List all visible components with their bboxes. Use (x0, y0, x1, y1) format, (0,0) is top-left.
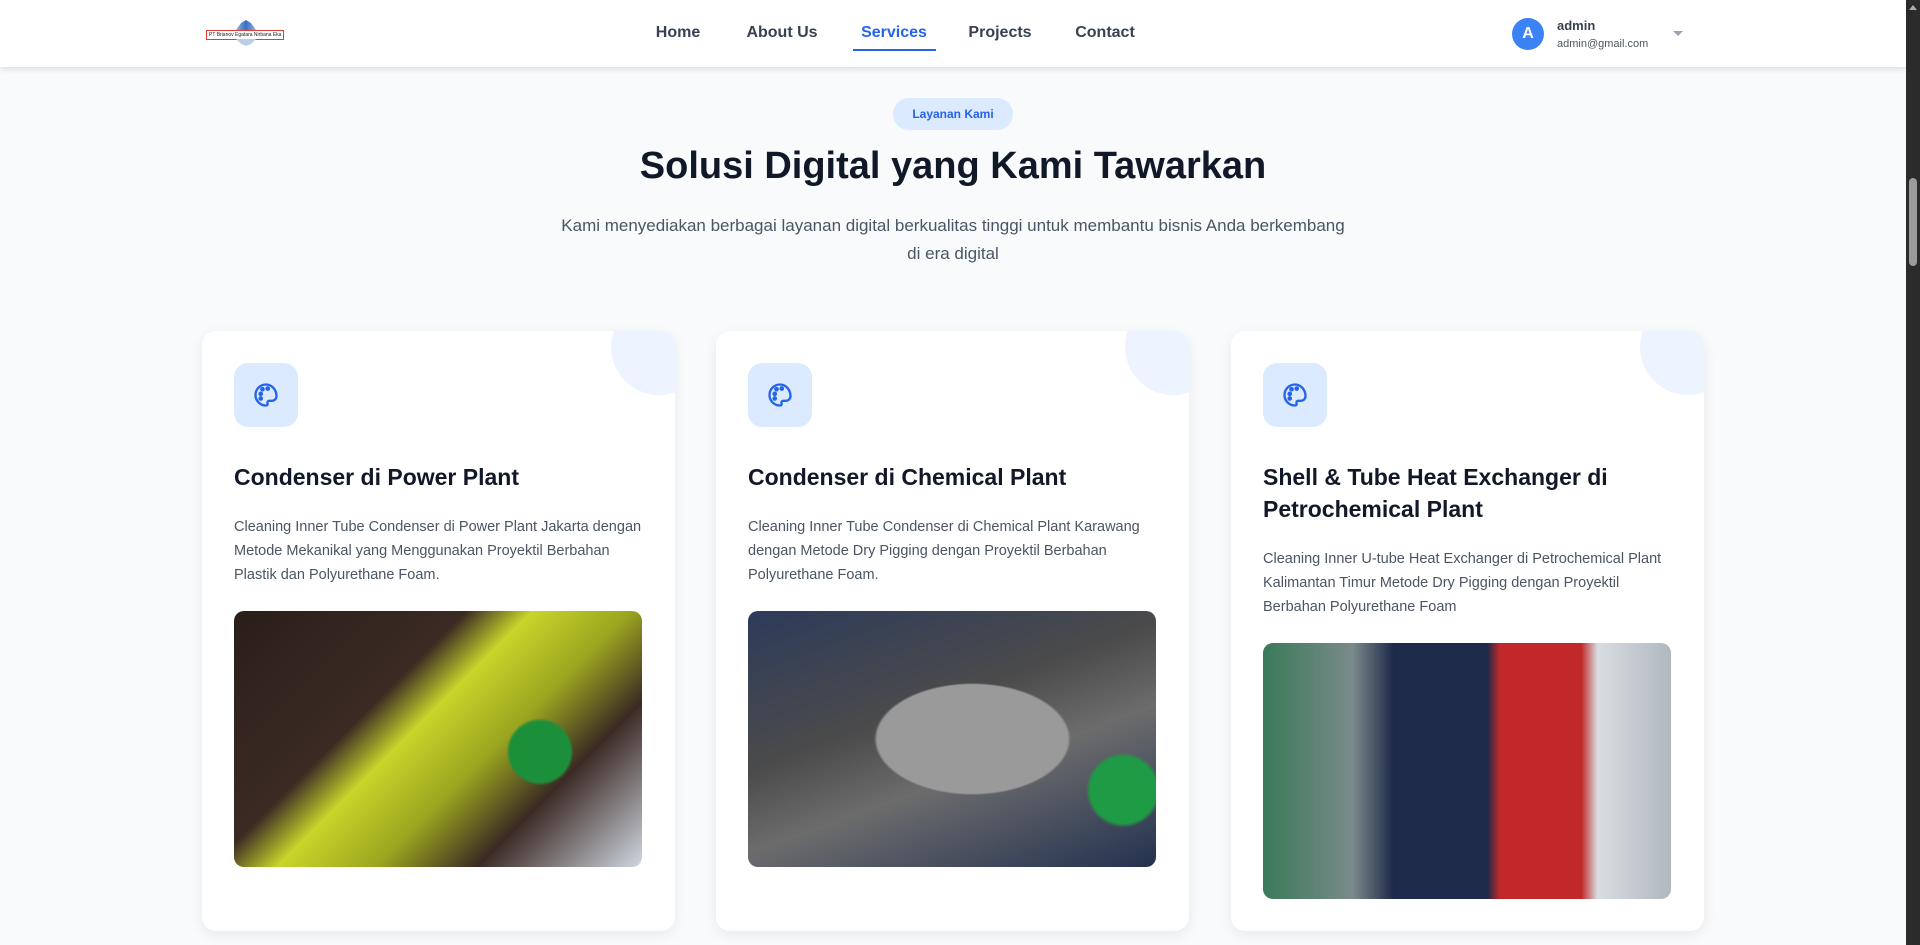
service-description: Cleaning Inner Tube Condenser di Chemica… (748, 519, 1140, 583)
decorative-circle (1640, 331, 1704, 395)
palette-icon (1263, 363, 1327, 427)
page-title: Solusi Digital yang Kami Tawarkan (639, 145, 1267, 187)
decorative-circle (611, 331, 675, 395)
user-email: admin@gmail.com (1557, 38, 1649, 50)
nav-projects[interactable]: Projects (968, 24, 1031, 42)
company-logo[interactable]: PT Brianov Egatara Nirbana Eka (206, 20, 286, 48)
logo-text: PT Brianov Egatara Nirbana Eka (206, 30, 285, 40)
decorative-circle (1125, 331, 1189, 395)
scrollbar-thumb[interactable] (1909, 178, 1917, 266)
section-badge: Layanan Kami (893, 98, 1013, 130)
service-image (1263, 643, 1671, 899)
service-title: Shell & Tube Heat Exchanger di Petrochem… (1263, 464, 1608, 522)
page-subtitle: Kami menyediakan berbagai layanan digita… (561, 216, 1345, 263)
palette-icon (748, 363, 812, 427)
service-card[interactable]: Condenser di Chemical Plant Cleaning Inn… (716, 331, 1189, 931)
service-description: Cleaning Inner U-tube Heat Exchanger di … (1263, 551, 1662, 615)
navbar: PT Brianov Egatara Nirbana Eka Home Abou… (0, 0, 1906, 67)
service-description: Cleaning Inner Tube Condenser di Power P… (234, 519, 642, 583)
service-title: Condenser di Power Plant (234, 464, 519, 490)
active-nav-underline (853, 49, 936, 51)
nav-services[interactable]: Services (861, 24, 927, 42)
nav-home[interactable]: Home (656, 24, 700, 42)
service-image (234, 611, 642, 867)
logo-reflection-icon (236, 39, 256, 46)
scroll-up-icon[interactable] (1909, 5, 1917, 10)
service-card[interactable]: Shell & Tube Heat Exchanger di Petrochem… (1231, 331, 1704, 931)
logo-mark-icon (236, 20, 256, 30)
chevron-down-icon[interactable] (1673, 31, 1683, 36)
service-card[interactable]: Condenser di Power Plant Cleaning Inner … (202, 331, 675, 931)
nav-about-us[interactable]: About Us (746, 24, 817, 42)
avatar[interactable]: A (1512, 18, 1544, 50)
user-name: admin (1557, 18, 1596, 33)
service-image (748, 611, 1156, 867)
service-title: Condenser di Chemical Plant (748, 464, 1067, 490)
palette-icon (234, 363, 298, 427)
scrollbar[interactable] (1906, 0, 1920, 945)
nav-contact[interactable]: Contact (1075, 24, 1135, 42)
